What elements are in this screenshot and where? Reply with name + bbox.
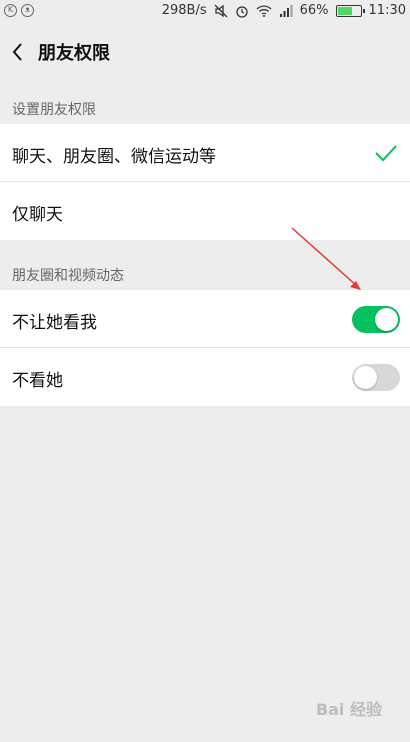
battery-percent: 66% bbox=[299, 3, 329, 18]
option-chat-only[interactable]: 仅聊天 bbox=[0, 182, 410, 240]
alarm-icon bbox=[235, 5, 248, 18]
baidu-watermark: Bai 经验 bbox=[315, 700, 382, 719]
circle-k-icon: K bbox=[4, 4, 17, 17]
cat-icon: ᴥ bbox=[21, 4, 34, 17]
chevron-left-icon bbox=[12, 43, 22, 61]
nav-bar: 朋友权限 bbox=[0, 24, 410, 80]
row-hide-her-posts: 不看她 bbox=[0, 348, 410, 406]
page-title: 朋友权限 bbox=[38, 43, 110, 64]
checkmark-icon bbox=[375, 145, 397, 162]
status-right: 298B/s 66% 11:30 bbox=[162, 3, 406, 18]
row-hide-my-posts: 不让她看我 bbox=[0, 290, 410, 348]
toggle-knob bbox=[375, 308, 398, 331]
option-label: 仅聊天 bbox=[12, 205, 63, 225]
moments-group: 不让她看我 不看她 bbox=[0, 290, 410, 406]
silent-icon bbox=[214, 4, 228, 17]
toggle-hide-my-posts[interactable] bbox=[352, 306, 400, 333]
section-label-moments: 朋友圈和视频动态 bbox=[12, 268, 124, 284]
option-label: 聊天、朋友圈、微信运动等 bbox=[12, 147, 216, 167]
status-bar: K ᴥ 298B/s 66% 11:30 bbox=[0, 0, 410, 24]
wifi-icon bbox=[256, 4, 272, 17]
battery-fill bbox=[337, 6, 353, 15]
toggle-hide-her-posts[interactable] bbox=[352, 364, 400, 391]
status-left-icons: K ᴥ bbox=[4, 4, 34, 17]
signal-icon bbox=[279, 4, 293, 17]
clock: 11:30 bbox=[368, 3, 406, 18]
back-button[interactable] bbox=[6, 36, 34, 68]
row-label: 不让她看我 bbox=[12, 313, 97, 333]
section-label-permissions: 设置朋友权限 bbox=[12, 102, 96, 118]
network-speed: 298B/s bbox=[161, 3, 207, 18]
option-chat-moments-werun[interactable]: 聊天、朋友圈、微信运动等 bbox=[0, 124, 410, 182]
permissions-group: 聊天、朋友圈、微信运动等 仅聊天 bbox=[0, 124, 410, 240]
battery-icon bbox=[335, 4, 365, 17]
toggle-knob bbox=[354, 366, 377, 389]
row-label: 不看她 bbox=[12, 371, 63, 391]
